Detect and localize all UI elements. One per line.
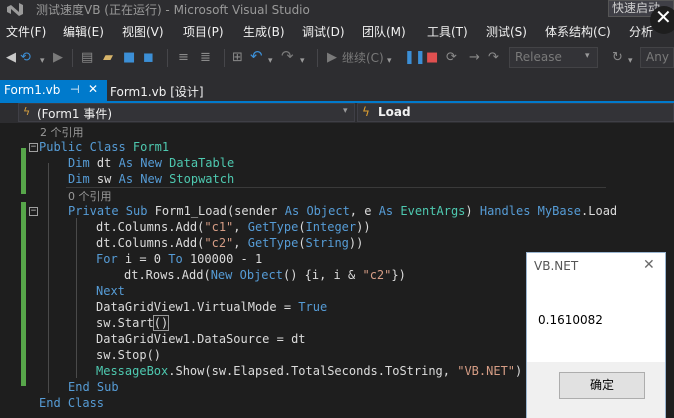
toolbar-separator [224,49,225,67]
code-line-virtualmode: DataGridView1.VirtualMode = True [96,300,328,314]
collapse-toggle[interactable]: − [29,207,38,216]
visual-studio-logo-icon [7,3,23,16]
tab-label: Form1.vb [4,83,61,97]
save-icon[interactable]: ■ [123,50,135,66]
restart-icon[interactable]: ⟳ [446,50,457,66]
code-line-messagebox: MessageBox.Show(sw.Elapsed.TotalSeconds.… [96,364,523,378]
menu-analyze[interactable]: 分析 [629,23,653,40]
code-line-dim-sw: Dim sw As New Stopwatch [68,172,235,186]
code-line-add-c2: dt.Columns.Add("c2", GetType(String)) [96,236,364,250]
class-dropdown-label: (Form1 事件) [37,107,113,121]
menu-build[interactable]: 生成(B) [243,23,285,40]
code-line-rows-add: dt.Rows.Add(New Object() {i, i & "c2"}) [124,268,406,282]
uncomment-icon[interactable]: ≣ [200,50,211,66]
undo-icon[interactable]: ↶ [250,48,263,64]
redo-icon[interactable]: ↷ [281,48,294,64]
chevron-down-icon[interactable]: ▾ [628,53,633,69]
code-line-next: Next [96,284,125,298]
chevron-down-icon[interactable]: ▾ [40,53,45,69]
window-close-icon[interactable]: ✕ [655,5,672,29]
toolbar-separator [167,49,168,67]
code-line-add-c1: dt.Columns.Add("c1", GetType(Integer)) [96,220,371,234]
menu-tools[interactable]: 工具(T) [427,23,468,40]
menu-edit[interactable]: 编辑(E) [63,23,104,40]
code-line-class-decl: Public Class Form1 [39,140,170,154]
menu-view[interactable]: 视图(V) [122,23,164,40]
close-icon[interactable]: ✕ [643,257,655,273]
method-separator [66,187,606,188]
code-line-sub-decl: Private Sub Form1_Load(sender As Object,… [68,204,618,218]
chevron-down-icon[interactable]: ▾ [268,53,273,69]
lightning-icon: ϟ [362,105,370,119]
close-icon[interactable]: ✕ [88,82,98,96]
open-folder-icon[interactable]: ▰ [103,50,113,66]
code-line-sw-start: sw.Start() [96,315,170,331]
step-over-icon[interactable]: ↷ [488,50,499,66]
dialog-message: 0.1610082 [538,313,603,327]
refresh-icon[interactable]: ↻ [612,50,623,66]
step-icon[interactable]: → [469,50,480,66]
menu-architecture[interactable]: 体系结构(C) [545,23,611,40]
event-icon: ϟ [23,105,31,118]
pin-icon[interactable]: ⊣ [70,83,80,96]
change-marker [21,148,26,194]
member-dropdown[interactable]: ϟ Load [357,103,674,122]
ok-button[interactable]: 确定 [559,372,645,399]
member-dropdown-label: Load [378,105,411,119]
menu-project[interactable]: 项目(P) [183,23,224,40]
code-line-end-sub: End Sub [68,380,119,394]
code-line-for: For i = 0 To 100000 - 1 [96,252,263,266]
menu-test[interactable]: 测试(S) [486,23,527,40]
indent-guide [76,218,77,378]
menu-team[interactable]: 团队(M) [362,23,406,40]
continue-button[interactable]: 继续(C) [342,50,384,66]
code-line-dim-dt: Dim dt As New DataTable [68,156,235,170]
collapse-toggle[interactable]: − [29,143,38,152]
chevron-down-icon: ▾ [585,51,590,61]
tab-form1-design[interactable]: Form1.vb [设计] [110,83,204,100]
stop-icon[interactable]: ■ [426,50,438,66]
code-lens-references[interactable]: 2 个引用 [40,124,84,140]
save-all-icon[interactable]: ◼ [143,50,154,66]
back-circle-icon[interactable]: ⟲ [20,50,31,66]
forward-icon[interactable]: ▶ [53,50,63,66]
code-lens-references[interactable]: 0 个引用 [68,188,112,204]
chevron-down-icon[interactable]: ▾ [300,53,305,69]
platform-dropdown[interactable]: Any C [640,47,674,68]
dialog-title: VB.NET [534,259,579,273]
pause-icon[interactable]: ❚❚ [404,50,426,66]
chevron-down-icon: ▾ [343,106,348,116]
change-marker [21,202,26,386]
menu-debug[interactable]: 调试(D) [302,23,345,40]
back-icon[interactable]: ◀ [6,50,16,66]
code-line-datasource: DataGridView1.DataSource = dt [96,332,306,346]
comment-icon[interactable]: ≡ [178,50,189,66]
code-line-end-class: End Class [39,396,105,410]
toolbar-separator [317,49,318,67]
bookmark-icon[interactable]: ⊞ [232,50,243,66]
window-title: 测试速度VB (正在运行) - Microsoft Visual Studio [36,3,310,17]
class-dropdown[interactable]: ϟ (Form1 事件) ▾ [18,103,355,122]
chevron-down-icon[interactable]: ▾ [387,53,392,69]
indent-guide [48,163,49,393]
continue-icon[interactable]: ▶ [327,50,337,66]
new-project-icon[interactable]: ▤ [81,50,93,66]
toolbar-separator [72,49,73,67]
menu-bar: 文件(F) 编辑(E) 视图(V) 项目(P) 生成(B) 调试(D) 团队(M… [0,20,674,42]
code-line-sw-stop: sw.Stop() [96,348,162,362]
menu-file[interactable]: 文件(F) [6,23,46,40]
